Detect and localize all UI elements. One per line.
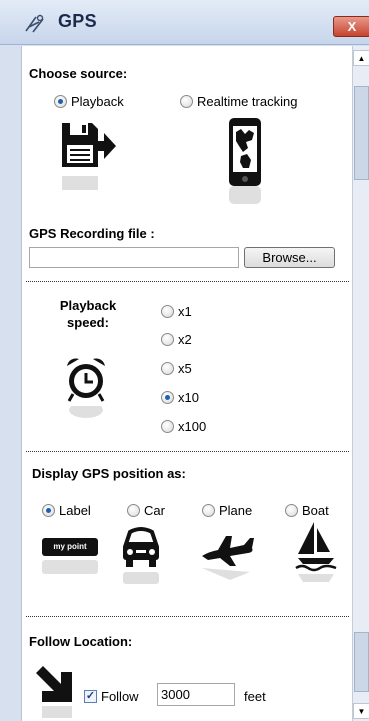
display-car-label: Car — [144, 503, 165, 518]
scroll-track-lower[interactable] — [354, 632, 369, 692]
divider-3 — [26, 616, 349, 617]
display-label-radio[interactable] — [42, 504, 55, 517]
realtime-label: Realtime tracking — [197, 94, 298, 109]
title-bar: GPS X — [0, 0, 369, 45]
scroll-thumb[interactable] — [354, 86, 369, 180]
display-boat-option[interactable]: Boat — [285, 503, 329, 518]
satellite-icon — [25, 14, 44, 33]
label-icon: my point — [42, 538, 98, 556]
playback-label: Playback — [71, 94, 124, 109]
speed-x5-option[interactable]: x5 — [161, 361, 192, 376]
floppy-arrow-icon — [62, 123, 116, 167]
window-title: GPS — [58, 11, 97, 31]
speed-x1-option[interactable]: x1 — [161, 304, 192, 319]
source-title: Choose source: — [29, 66, 128, 81]
plane-icon — [202, 536, 254, 566]
recording-file-input[interactable] — [29, 247, 239, 268]
display-plane-option[interactable]: Plane — [202, 503, 252, 518]
phone-map-icon — [229, 118, 261, 186]
speed-x100-option[interactable]: x100 — [161, 419, 206, 434]
arrow-reflection — [42, 706, 72, 718]
gps-settings-panel: Choose source: Playback Realtime trackin… — [21, 46, 353, 721]
speed-x1-label: x1 — [178, 304, 192, 319]
boat-reflection — [298, 574, 334, 582]
car-reflection — [123, 572, 159, 584]
display-car-option[interactable]: Car — [127, 503, 165, 518]
speed-title: Playback speed: — [43, 297, 133, 331]
speed-x5-label: x5 — [178, 361, 192, 376]
plane-reflection — [202, 568, 250, 580]
label-reflection — [42, 560, 98, 574]
speed-x100-radio[interactable] — [161, 420, 174, 433]
scroll-up-arrow-icon[interactable]: ▲ — [353, 50, 369, 66]
speed-x10-label: x10 — [178, 390, 199, 405]
follow-title: Follow Location: — [29, 634, 133, 649]
display-car-radio[interactable] — [127, 504, 140, 517]
follow-distance-input[interactable] — [157, 683, 235, 706]
follow-checkbox-option[interactable]: ✓ Follow — [84, 689, 139, 704]
phone-reflection — [229, 186, 261, 204]
alarm-clock-icon — [67, 358, 105, 402]
realtime-radio[interactable] — [180, 95, 193, 108]
display-boat-radio[interactable] — [285, 504, 298, 517]
speed-x100-label: x100 — [178, 419, 207, 434]
follow-checkbox[interactable]: ✓ — [84, 690, 97, 703]
speed-x2-radio[interactable] — [161, 333, 174, 346]
clock-reflection — [69, 406, 103, 418]
follow-unit-label: feet — [244, 689, 266, 704]
source-realtime-option[interactable]: Realtime tracking — [180, 94, 297, 109]
car-icon — [123, 527, 159, 567]
browse-button[interactable]: Browse... — [244, 247, 335, 268]
speed-x10-option[interactable]: x10 — [161, 390, 199, 405]
divider-2 — [26, 451, 349, 452]
display-boat-label: Boat — [302, 503, 329, 518]
close-button[interactable]: X — [333, 16, 369, 37]
speed-x5-radio[interactable] — [161, 362, 174, 375]
speed-title-line2: speed: — [67, 315, 109, 330]
display-title: Display GPS position as: — [32, 466, 186, 481]
playback-radio[interactable] — [54, 95, 67, 108]
speed-title-line1: Playback — [59, 298, 117, 313]
boat-icon — [295, 522, 337, 572]
display-plane-label: Plane — [219, 503, 253, 518]
speed-x10-radio[interactable] — [161, 391, 174, 404]
speed-x2-option[interactable]: x2 — [161, 332, 192, 347]
display-label-option[interactable]: Label — [42, 503, 91, 518]
display-label-label: Label — [59, 503, 91, 518]
scroll-down-arrow-icon[interactable]: ▼ — [353, 703, 369, 719]
follow-label: Follow — [101, 689, 139, 704]
recording-title: GPS Recording file : — [29, 226, 155, 241]
display-plane-radio[interactable] — [202, 504, 215, 517]
divider-1 — [26, 281, 349, 282]
source-playback-option[interactable]: Playback — [54, 94, 124, 109]
arrow-down-right-icon — [36, 666, 72, 702]
speed-x1-radio[interactable] — [161, 305, 174, 318]
vertical-scrollbar[interactable]: ▲ ▼ — [352, 46, 369, 721]
speed-x2-label: x2 — [178, 332, 192, 347]
floppy-reflection — [62, 176, 98, 190]
